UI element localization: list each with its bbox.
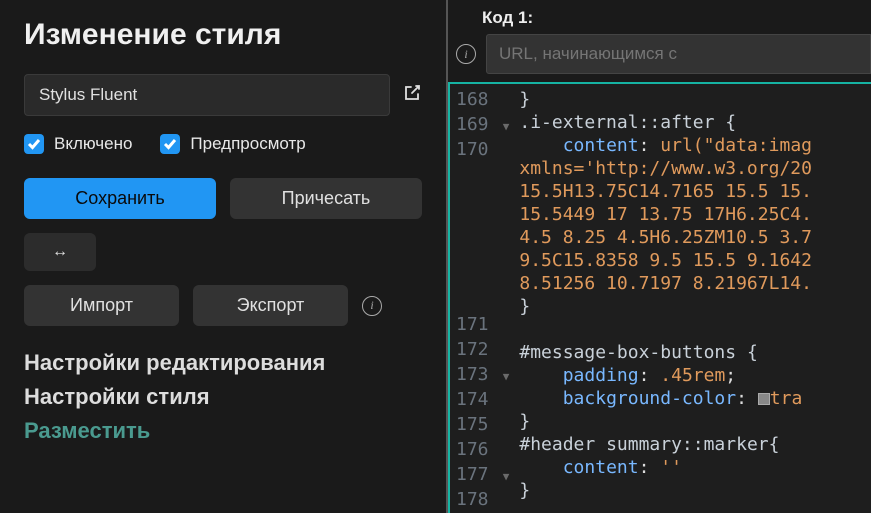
style-name-input[interactable] [24, 74, 390, 116]
editor-settings-heading[interactable]: Настройки редактирования [24, 350, 422, 376]
info-icon[interactable]: i [456, 44, 476, 64]
sidebar: Изменение стиля Включено Предпросмотр Со… [0, 0, 448, 513]
checkbox-row: Включено Предпросмотр [24, 134, 422, 154]
page-title: Изменение стиля [24, 18, 422, 52]
save-button[interactable]: Сохранить [24, 178, 216, 219]
external-link-icon[interactable] [402, 83, 422, 108]
action-row: Сохранить Причесать [24, 178, 422, 219]
preview-label: Предпросмотр [190, 134, 305, 154]
revert-button[interactable]: ↔ [24, 233, 96, 271]
preview-checkbox[interactable]: Предпросмотр [160, 134, 305, 154]
style-name-row [24, 74, 422, 116]
editor-gutter: 168 169 ▼170 171 172 173 ▼174 175 176 17… [450, 84, 519, 513]
code-section-label: Код 1: [448, 8, 871, 28]
style-settings-heading[interactable]: Настройки стиля [24, 384, 422, 410]
url-input[interactable] [486, 34, 871, 74]
import-export-row: Импорт Экспорт i [24, 285, 422, 326]
code-editor[interactable]: 168 169 ▼170 171 172 173 ▼174 175 176 17… [448, 82, 871, 513]
export-button[interactable]: Экспорт [193, 285, 348, 326]
revert-row: ↔ [24, 233, 422, 271]
enabled-label: Включено [54, 134, 132, 154]
info-icon[interactable]: i [362, 296, 382, 316]
main-panel: Код 1: i 168 169 ▼170 171 172 173 ▼174 1… [448, 0, 871, 513]
import-button[interactable]: Импорт [24, 285, 179, 326]
editor-code[interactable]: }.i-external::after { content: url("data… [519, 84, 812, 513]
publish-heading[interactable]: Разместить [24, 418, 422, 444]
check-icon [24, 134, 44, 154]
enabled-checkbox[interactable]: Включено [24, 134, 132, 154]
applies-to-row: i [448, 34, 871, 82]
beautify-button[interactable]: Причесать [230, 178, 422, 219]
check-icon [160, 134, 180, 154]
